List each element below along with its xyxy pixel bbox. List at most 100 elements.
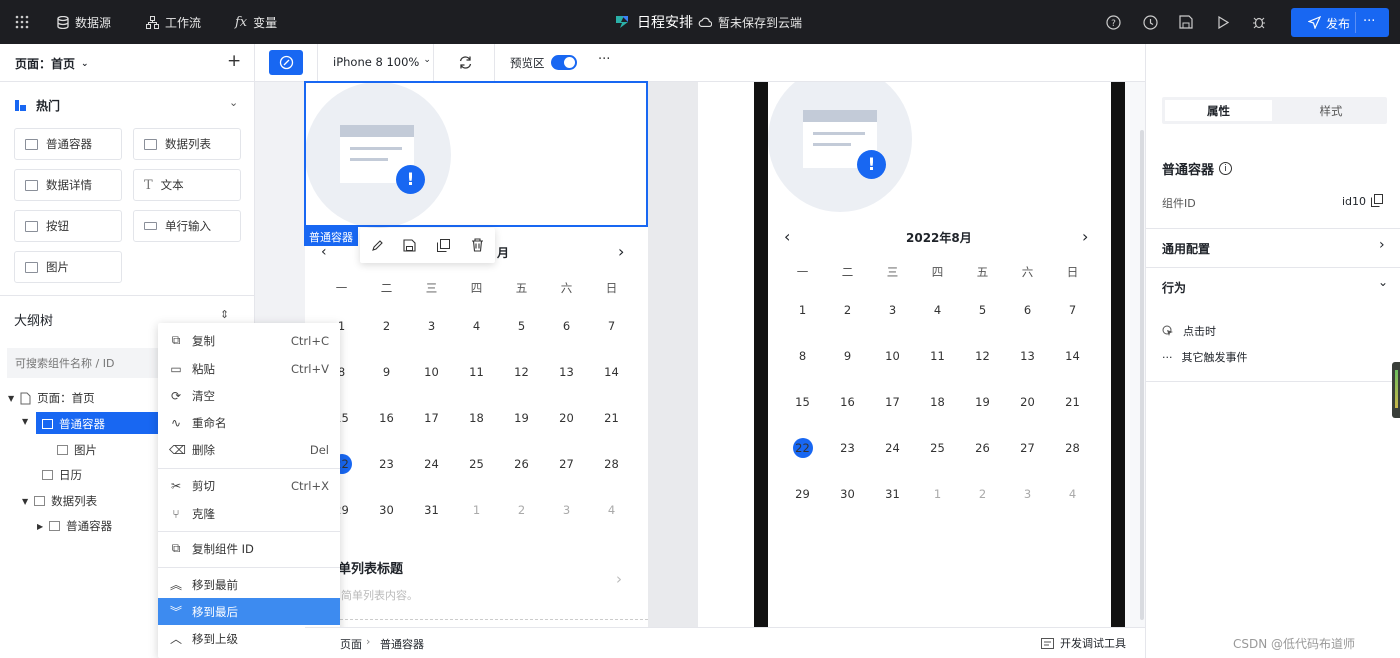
edit-pencil-icon[interactable] xyxy=(371,239,384,252)
context-menu-item[interactable]: ⟳ 清空 xyxy=(158,382,340,409)
calendar-day[interactable]: 30 xyxy=(825,471,870,517)
calendar-day[interactable]: 5 xyxy=(499,303,544,349)
calendar-day[interactable]: 4 xyxy=(454,303,499,349)
expand-collapse-icon[interactable]: ⇕ xyxy=(220,308,229,321)
calendar-day[interactable]: 6 xyxy=(1005,287,1050,333)
calendar-day[interactable]: 4 xyxy=(1050,471,1095,517)
engine-toggle-button[interactable] xyxy=(269,50,303,75)
prev-month-icon[interactable]: ‹ xyxy=(321,244,327,260)
variables-button[interactable]: fx 变量 xyxy=(235,0,277,44)
calendar-day[interactable]: 15 xyxy=(780,379,825,425)
tab-style[interactable]: 样式 xyxy=(1278,100,1384,121)
calendar-day[interactable]: 27 xyxy=(1005,425,1050,471)
calendar-day[interactable]: 25 xyxy=(454,441,499,487)
calendar-day[interactable]: 14 xyxy=(589,349,634,395)
calendar-day[interactable]: 12 xyxy=(499,349,544,395)
tree-node-page[interactable]: ▼ 页面：首页 xyxy=(8,390,95,406)
calendar-day[interactable]: 23 xyxy=(825,425,870,471)
calendar-day[interactable]: 10 xyxy=(870,333,915,379)
calendar-day[interactable]: 19 xyxy=(960,379,1005,425)
next-month-icon[interactable]: › xyxy=(1082,227,1088,246)
apps-grid-icon[interactable] xyxy=(13,13,31,31)
calendar-day[interactable]: 28 xyxy=(589,441,634,487)
preview-toggle[interactable] xyxy=(551,55,577,70)
calendar-day[interactable]: 3 xyxy=(870,287,915,333)
info-icon[interactable]: i xyxy=(1219,162,1233,175)
calendar-day[interactable]: 4 xyxy=(589,487,634,533)
calendar-day[interactable]: 1 xyxy=(780,287,825,333)
add-page-icon[interactable]: + xyxy=(227,51,241,71)
calendar-day[interactable]: 25 xyxy=(915,425,960,471)
component-text[interactable]: T 文本 xyxy=(133,169,241,201)
calendar-day[interactable]: 4 xyxy=(915,287,960,333)
calendar-day[interactable]: 18 xyxy=(454,395,499,441)
calendar-day[interactable]: 27 xyxy=(544,441,589,487)
calendar-day[interactable]: 1 xyxy=(454,487,499,533)
calendar-day[interactable]: 26 xyxy=(499,441,544,487)
copy-icon[interactable] xyxy=(437,239,450,252)
calendar-day[interactable]: 28 xyxy=(1050,425,1095,471)
preview-play-icon[interactable] xyxy=(1214,13,1232,31)
other-events[interactable]: ··· 其它触发事件 xyxy=(1162,349,1248,365)
context-menu-item[interactable]: ⧉ 复制 Ctrl+C xyxy=(158,327,340,354)
tree-node-calendar[interactable]: 日历 xyxy=(42,467,82,483)
calendar-day[interactable]: 17 xyxy=(870,379,915,425)
calendar-day[interactable]: 10 xyxy=(409,349,454,395)
calendar-day[interactable]: 3 xyxy=(409,303,454,349)
context-menu-item[interactable]: ▭ 粘贴 Ctrl+V xyxy=(158,355,340,382)
calendar-day[interactable]: 24 xyxy=(870,425,915,471)
devtools-button[interactable]: 开发调试工具 xyxy=(1041,635,1126,651)
calendar-day[interactable]: 9 xyxy=(364,349,409,395)
breadcrumb-item[interactable]: 普通容器 xyxy=(380,636,424,652)
calendar-day[interactable]: 19 xyxy=(499,395,544,441)
calendar-day[interactable]: 16 xyxy=(364,395,409,441)
component-input[interactable]: 单行输入 xyxy=(133,210,241,242)
calendar-day[interactable]: 6 xyxy=(544,303,589,349)
selected-day[interactable]: 22 xyxy=(792,438,813,458)
side-widget-handle[interactable] xyxy=(1392,362,1400,418)
calendar-day[interactable]: 5 xyxy=(960,287,1005,333)
calendar-day[interactable]: 2 xyxy=(960,471,1005,517)
component-datalist[interactable]: 数据列表 xyxy=(133,128,241,160)
device-selector[interactable]: iPhone 8 100% ⌄ xyxy=(333,55,431,69)
general-config-row[interactable]: 通用配置 › xyxy=(1146,229,1400,267)
calendar-day[interactable]: 2 xyxy=(825,287,870,333)
calendar-day[interactable]: 2 xyxy=(499,487,544,533)
calendar-day[interactable]: 13 xyxy=(544,349,589,395)
datasource-button[interactable]: 数据源 xyxy=(57,0,111,44)
calendar-day[interactable]: 17 xyxy=(409,395,454,441)
context-menu-item[interactable]: ⌫ 删除 Del xyxy=(158,436,340,463)
page-selector[interactable]: 页面：首页 ⌄ xyxy=(15,55,89,72)
calendar-day[interactable]: 31 xyxy=(409,487,454,533)
workflow-button[interactable]: 工作流 xyxy=(146,0,201,44)
calendar-day[interactable]: 31 xyxy=(870,471,915,517)
calendar-day[interactable]: 11 xyxy=(454,349,499,395)
calendar-day[interactable]: 23 xyxy=(364,441,409,487)
tab-props[interactable]: 属性 xyxy=(1165,100,1272,121)
collapse-chevron-icon[interactable]: ⌄ xyxy=(229,96,238,109)
calendar-day[interactable]: 22 xyxy=(780,425,825,471)
calendar-day[interactable]: 7 xyxy=(1050,287,1095,333)
help-icon[interactable]: ? xyxy=(1104,13,1122,31)
calendar-day[interactable]: 3 xyxy=(544,487,589,533)
hot-section-header[interactable]: 热门 xyxy=(15,97,60,114)
outline-search-input[interactable] xyxy=(7,348,167,378)
calendar-day[interactable]: 9 xyxy=(825,333,870,379)
component-button[interactable]: 按钮 xyxy=(14,210,122,242)
calendar-day[interactable]: 20 xyxy=(1005,379,1050,425)
scrollbar-thumb[interactable] xyxy=(1140,130,1144,620)
prev-month-icon[interactable]: ‹ xyxy=(784,227,790,246)
calendar-day[interactable]: 14 xyxy=(1050,333,1095,379)
publish-more-button[interactable]: ··· xyxy=(1363,14,1375,29)
behavior-section-header[interactable]: 行为 ⌄ xyxy=(1146,268,1400,304)
context-menu-item[interactable]: ⑂ 克隆 xyxy=(158,500,340,527)
calendar-day[interactable]: 1 xyxy=(915,471,960,517)
copy-id-icon[interactable] xyxy=(1371,194,1383,207)
component-datadetail[interactable]: 数据详情 xyxy=(14,169,122,201)
calendar-day[interactable]: 16 xyxy=(825,379,870,425)
next-month-icon[interactable]: › xyxy=(618,242,624,261)
history-icon[interactable] xyxy=(1141,13,1159,31)
refresh-icon[interactable] xyxy=(458,55,473,70)
calendar-day[interactable]: 26 xyxy=(960,425,1005,471)
calendar-day[interactable]: 2 xyxy=(364,303,409,349)
